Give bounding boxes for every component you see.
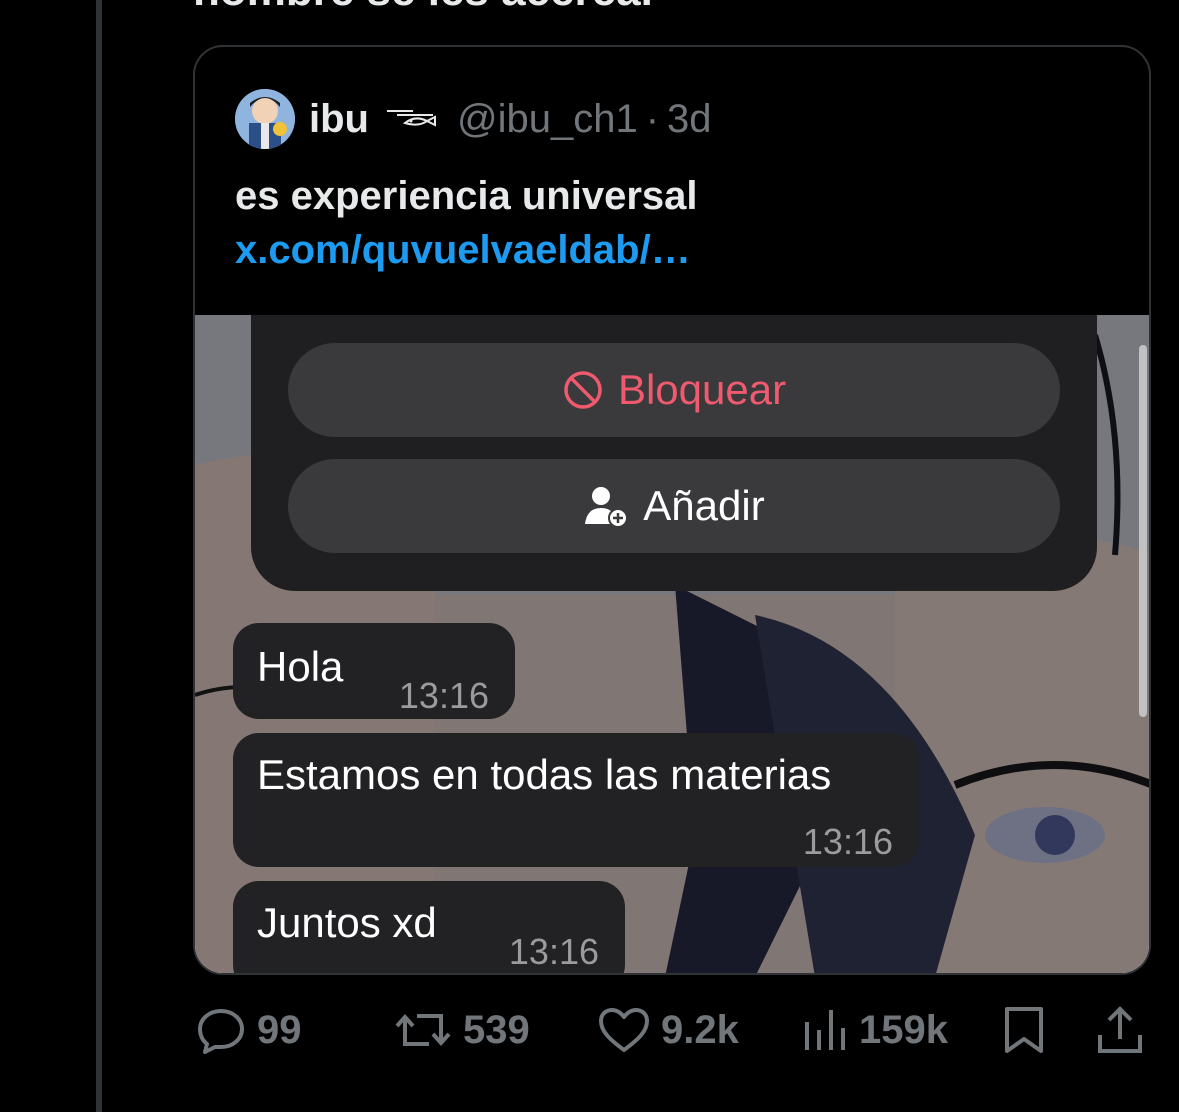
message-bubble: Juntos xd 13:16 (233, 881, 625, 973)
share-button[interactable] (1095, 998, 1155, 1062)
views-button[interactable]: 159k (801, 998, 948, 1062)
quoted-tweet-text: es experiencia universal x.com/quvuelvae… (235, 169, 1115, 277)
like-button[interactable]: 9.2k (597, 998, 739, 1062)
header-separator: · (645, 96, 660, 141)
tweet-action-bar: 99 539 9.2k 159k (195, 998, 1155, 1062)
block-label: Bloquear (617, 366, 787, 413)
quoted-text-body: es experiencia universal (235, 174, 698, 218)
quoted-display-name[interactable]: ibu (309, 97, 369, 142)
retweet-count: 539 (463, 1007, 530, 1052)
bookmark-icon (1005, 1007, 1043, 1053)
message-bubble: Estamos en todas las materias 13:16 (233, 733, 919, 867)
message-bubble: Hola 13:16 (233, 623, 515, 719)
view-count: 159k (859, 1007, 948, 1052)
message-text: Hola (257, 643, 344, 690)
quoted-handle[interactable]: @ibu_ch1 (457, 97, 638, 142)
block-button[interactable]: Bloquear (288, 343, 1060, 437)
quoted-tweet-card[interactable]: ibu @ibu_ch1 · 3d es experiencia univers… (193, 45, 1151, 975)
bookmark-button[interactable] (1001, 998, 1057, 1062)
message-time: 13:16 (802, 821, 893, 862)
reply-count: 99 (257, 1007, 302, 1052)
add-contact-icon (585, 487, 629, 528)
quoted-link[interactable]: x.com/quvuelvaeldab/… (235, 228, 691, 272)
reply-icon (198, 1009, 244, 1054)
add-contact-button[interactable]: Añadir (288, 459, 1060, 553)
message-time: 13:16 (398, 675, 489, 716)
reply-button[interactable]: 99 (195, 998, 302, 1062)
block-icon (564, 371, 602, 409)
quoted-timestamp[interactable]: 3d (667, 97, 712, 142)
retweet-button[interactable]: 539 (393, 998, 530, 1062)
fish-icon (386, 110, 436, 127)
message-text: Estamos en todas las materias (257, 751, 832, 798)
previous-tweet-text: nombre se les acerca. (193, 0, 653, 16)
message-time: 13:16 (508, 931, 599, 972)
quoted-media-image[interactable]: Bloquear Añadir Hola 13:16 Estamos en to… (195, 315, 1149, 973)
scrollbar (1139, 345, 1147, 717)
message-text: Juntos xd (257, 899, 437, 946)
share-icon (1098, 1006, 1142, 1053)
thread-line (96, 0, 102, 1112)
like-count: 9.2k (661, 1007, 739, 1052)
contact-actions-sheet: Bloquear Añadir (251, 315, 1097, 591)
retweet-icon (395, 1013, 451, 1047)
like-icon (599, 1008, 649, 1052)
views-icon (805, 1010, 845, 1050)
quoted-tweet-header: ibu @ibu_ch1 · 3d (235, 87, 712, 151)
add-label: Añadir (643, 482, 765, 529)
avatar[interactable] (235, 89, 295, 149)
